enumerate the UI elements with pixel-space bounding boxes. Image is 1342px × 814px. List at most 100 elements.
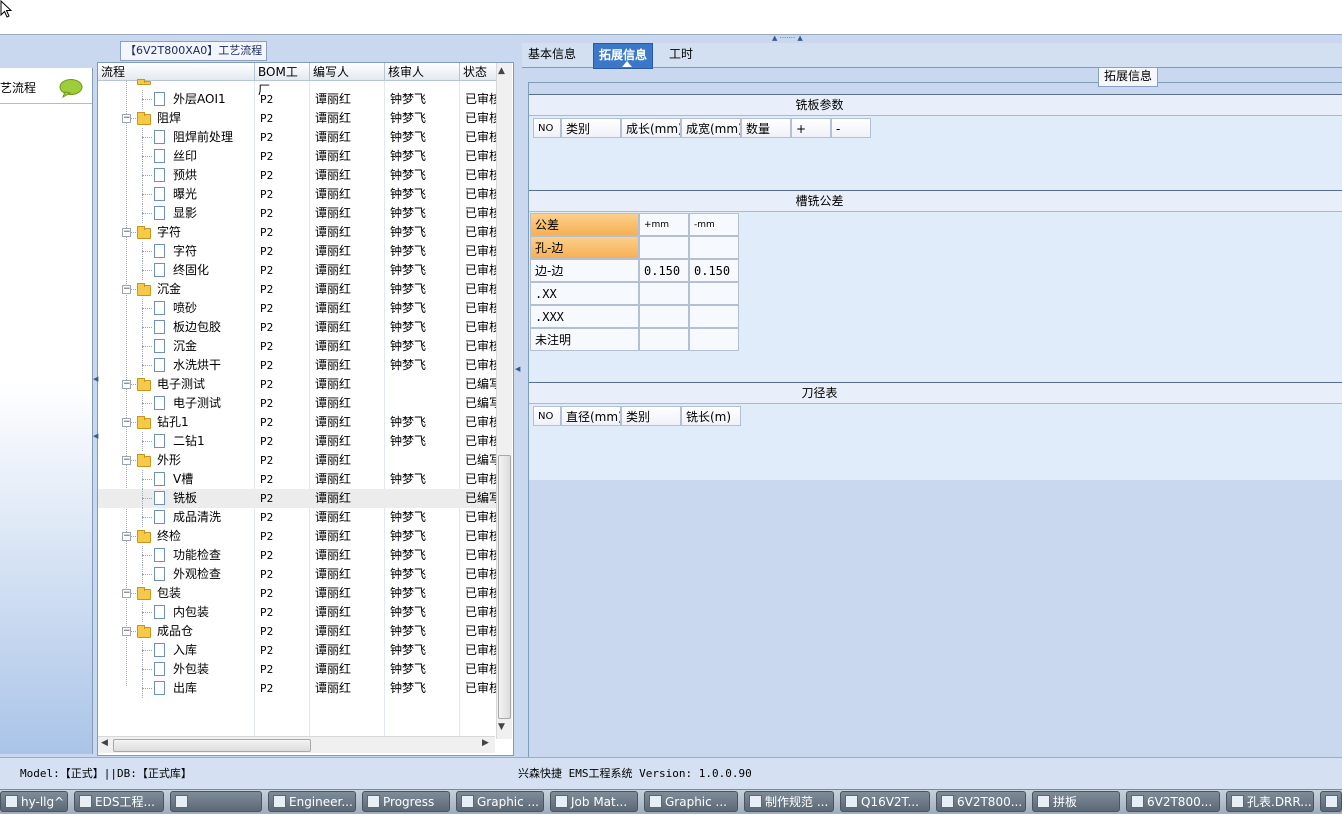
horizontal-scroll-thumb[interactable]	[113, 739, 311, 752]
tree-node-label[interactable]: 喷砂	[173, 299, 253, 318]
column-header-reviewer[interactable]: 核审人	[385, 63, 460, 81]
milling-remove-button[interactable]: -	[831, 118, 871, 138]
taskbar-button[interactable]: hy-llg^ -...	[0, 791, 68, 812]
tool-col-mill-length[interactable]: 铣长(m)	[681, 406, 741, 426]
tree-node-label[interactable]: 包装	[157, 584, 253, 603]
tree-node-label[interactable]: 钻孔1	[157, 413, 253, 432]
top-splitter-handle-icon[interactable]: ▲ ······· ▲	[772, 34, 803, 42]
tree-node-label[interactable]: 铣板	[173, 489, 253, 508]
flow-tree-grid[interactable]: 流程 BOM工厂 编写人 核审人 状态 外层AOI1 P2 谭丽红 钟梦飞 已审核 − 阻焊…	[97, 62, 514, 756]
tree-node-label[interactable]: V槽	[173, 470, 253, 489]
taskbar-button[interactable]: 6V2T800...	[1126, 791, 1220, 812]
left-splitter-arrow-icon[interactable]: ◀	[93, 375, 98, 383]
left-nav-label[interactable]: 艺流程	[0, 79, 36, 96]
tolerance-minus-cell[interactable]	[689, 328, 739, 351]
scroll-right-icon[interactable]: ▶	[482, 738, 489, 748]
tree-node-label[interactable]: 字符	[173, 242, 253, 261]
milling-col-type[interactable]: 类别	[561, 118, 621, 138]
column-header-bom[interactable]: BOM工厂	[255, 63, 310, 97]
tree-node-label[interactable]: 入库	[173, 641, 253, 660]
tree-node-label[interactable]: 外形	[157, 451, 253, 470]
expand-toggle-icon[interactable]: −	[122, 627, 131, 636]
column-header-status[interactable]: 状态	[460, 63, 497, 81]
tool-col-diameter[interactable]: 直径(mm)	[561, 406, 621, 426]
tree-node-label[interactable]: 外观检查	[173, 565, 253, 584]
expand-toggle-icon[interactable]: −	[122, 228, 131, 237]
tree-node-label[interactable]: 电子测试	[157, 375, 253, 394]
tree-node-label[interactable]: 曝光	[173, 185, 253, 204]
taskbar-button[interactable]: 6V2T800...	[936, 791, 1026, 812]
expand-toggle-icon[interactable]: −	[122, 456, 131, 465]
column-header-flow[interactable]: 流程	[98, 63, 255, 81]
taskbar-button[interactable]: Graphic ...	[644, 791, 738, 812]
expand-toggle-icon[interactable]: −	[122, 532, 131, 541]
tolerance-plus-cell[interactable]: 0.150	[639, 259, 689, 282]
tree-node-label[interactable]: 显影	[173, 204, 253, 223]
tree-node-label[interactable]: 水洗烘干	[173, 356, 253, 375]
taskbar-button[interactable]: Engineer...	[268, 791, 356, 812]
milling-col-qty[interactable]: 数量	[741, 118, 791, 138]
scroll-up-icon[interactable]: ▲	[498, 66, 505, 76]
tool-col-type[interactable]: 类别	[621, 406, 681, 426]
splitter-arrow-icon[interactable]: ◀	[515, 365, 520, 373]
tolerance-minus-cell[interactable]	[689, 236, 739, 259]
panel-splitter[interactable]	[514, 35, 522, 757]
expand-toggle-icon[interactable]: −	[122, 114, 131, 123]
expand-toggle-icon[interactable]: −	[122, 418, 131, 427]
taskbar-button[interactable]: Q16V2T...	[840, 791, 930, 812]
tree-node-label[interactable]: 外包装	[173, 660, 253, 679]
tolerance-col-minus[interactable]: -mm	[689, 213, 739, 236]
tree-node-label[interactable]: 电子测试	[173, 394, 253, 413]
milling-col-width[interactable]: 成宽(mm)	[681, 118, 741, 138]
taskbar-button[interactable]: 孔表.DRR...	[1226, 791, 1314, 812]
taskbar-button[interactable]: EDS工程...	[74, 791, 164, 812]
tab-basic-info[interactable]: 基本信息	[523, 43, 581, 67]
tree-node-label[interactable]: 丝印	[173, 147, 253, 166]
tolerance-plus-cell[interactable]	[639, 328, 689, 351]
tree-node-label[interactable]: 沉金	[173, 337, 253, 356]
tree-node-label[interactable]: 外层AOI1	[173, 90, 253, 109]
taskbar-button[interactable]: Graphic ...	[456, 791, 544, 812]
speech-bubble-icon[interactable]	[59, 79, 83, 98]
column-header-writer[interactable]: 编写人	[310, 63, 385, 81]
expand-toggle-icon[interactable]: −	[122, 380, 131, 389]
tree-node-label[interactable]: 成品清洗	[173, 508, 253, 527]
left-splitter-arrow-icon[interactable]: ◀	[93, 432, 98, 440]
milling-col-length[interactable]: 成长(mm)	[621, 118, 681, 138]
tree-node-label[interactable]: 功能检查	[173, 546, 253, 565]
tree-node-label[interactable]: 二钻1	[173, 432, 253, 451]
expand-toggle-icon[interactable]: −	[122, 285, 131, 294]
tolerance-plus-cell[interactable]	[639, 305, 689, 328]
taskbar-button[interactable]: Progress	[362, 791, 450, 812]
vertical-scroll-thumb[interactable]	[498, 455, 511, 719]
expand-toggle-icon[interactable]: −	[122, 589, 131, 598]
tree-node-label[interactable]: 成品仓	[157, 622, 253, 641]
tolerance-col-plus[interactable]: +mm	[639, 213, 689, 236]
tree-node-label[interactable]: 字符	[157, 223, 253, 242]
tolerance-plus-cell[interactable]	[639, 236, 689, 259]
tolerance-minus-cell[interactable]: 0.150	[689, 259, 739, 282]
scroll-down-icon[interactable]: ▼	[498, 722, 505, 732]
tolerance-col-header[interactable]: 公差	[530, 213, 639, 236]
tool-col-no[interactable]: NO	[533, 406, 561, 426]
tree-node-label[interactable]: 阻焊前处理	[173, 128, 253, 147]
tolerance-minus-cell[interactable]	[689, 305, 739, 328]
tree-node-label[interactable]: 出库	[173, 679, 253, 698]
taskbar-button[interactable]: 拼板	[1032, 791, 1120, 812]
milling-add-button[interactable]: +	[791, 118, 831, 138]
tree-node-label[interactable]: 终固化	[173, 261, 253, 280]
tree-node-label[interactable]: 预烘	[173, 166, 253, 185]
tree-node-label[interactable]: 阻焊	[157, 109, 253, 128]
milling-col-no[interactable]: NO	[533, 118, 561, 138]
tree-node-label[interactable]: 板边包胶	[173, 318, 253, 337]
scroll-left-icon[interactable]: ◀	[101, 738, 108, 748]
taskbar-button[interactable]	[170, 791, 262, 812]
tolerance-minus-cell[interactable]	[689, 282, 739, 305]
tolerance-plus-cell[interactable]	[639, 282, 689, 305]
taskbar-button[interactable]: Job Mat...	[550, 791, 638, 812]
tree-node-label[interactable]: 终检	[157, 527, 253, 546]
tree-node-label[interactable]: 沉金	[157, 280, 253, 299]
taskbar-button[interactable]: 制作规范 ...	[744, 791, 834, 812]
taskbar-button[interactable]	[1320, 791, 1342, 812]
tab-work-hours[interactable]: 工时	[664, 43, 698, 67]
